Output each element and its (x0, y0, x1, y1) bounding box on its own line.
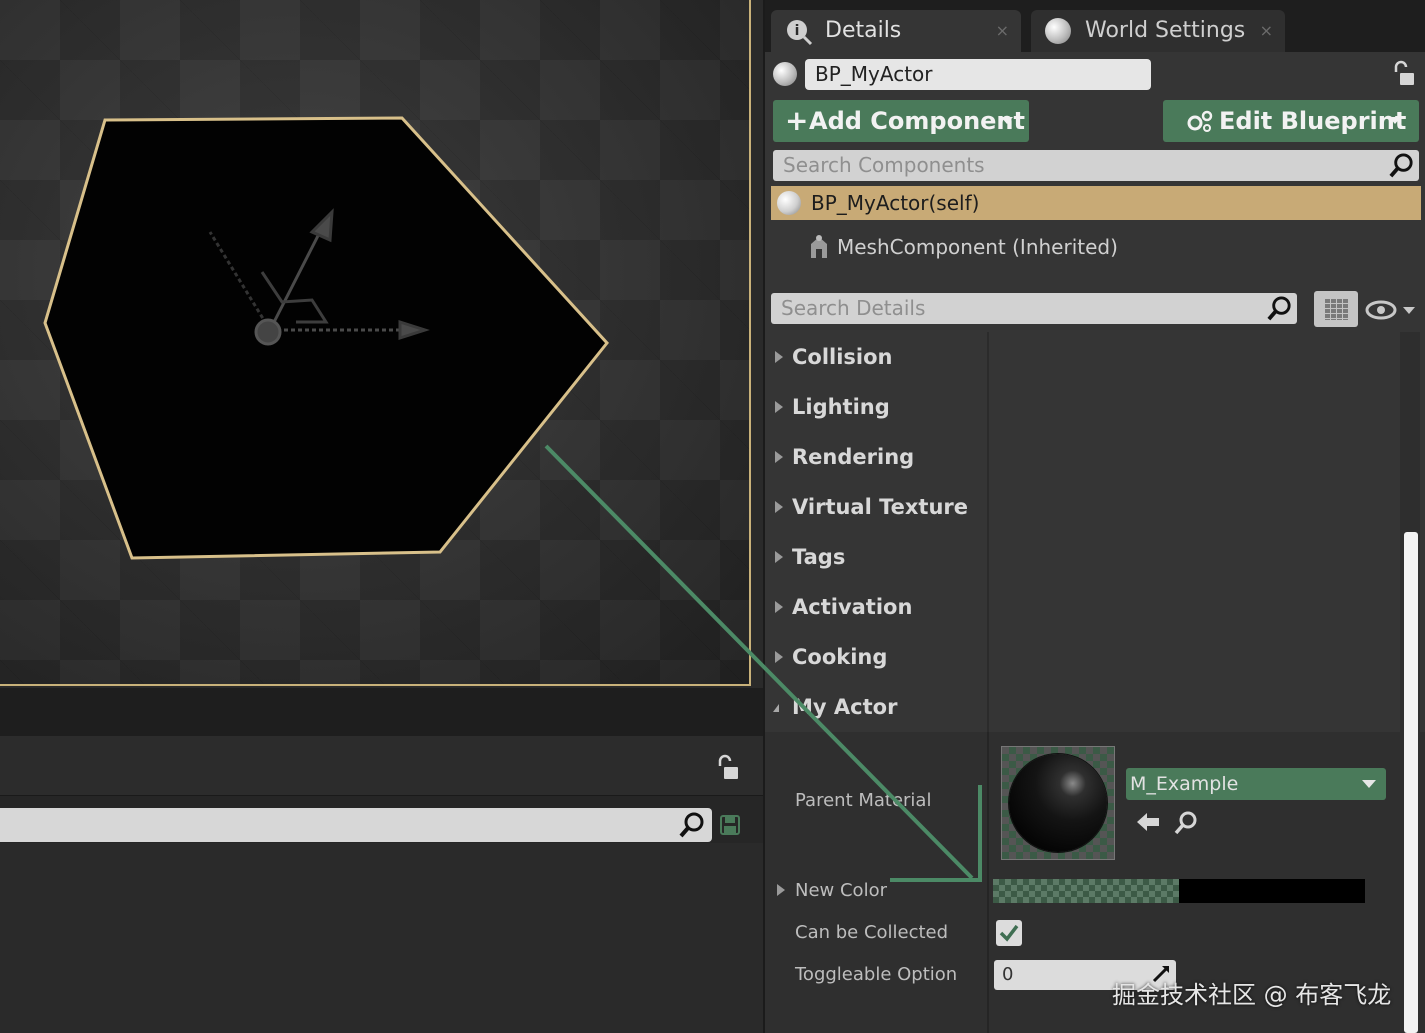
new-color-swatch[interactable] (993, 879, 1365, 903)
category-lighting[interactable]: Lighting (765, 382, 987, 432)
search-icon[interactable] (678, 811, 706, 839)
details-scrollbar[interactable] (1400, 332, 1420, 1033)
column-divider[interactable] (987, 332, 989, 732)
parent-material-label: Parent Material (795, 790, 932, 811)
category-label: Tags (792, 545, 846, 569)
category-label: Rendering (792, 445, 915, 469)
category-label: My Actor (792, 695, 898, 719)
expand-arrow-icon (775, 401, 783, 413)
selected-actor-hexagon[interactable] (43, 116, 609, 560)
checkmark-icon (999, 924, 1019, 942)
search-icon[interactable] (1388, 152, 1415, 179)
toggleable-option-value: 0 (1002, 964, 1014, 985)
watermark-text: 掘金技术社区 @ 布客飞龙 (1112, 981, 1392, 1009)
category-label: Collision (792, 345, 893, 369)
details-panel: i Details × World Settings × BP_MyActor … (763, 0, 1425, 1033)
property-matrix-button[interactable] (1314, 291, 1358, 327)
toggleable-option-label: Toggleable Option (795, 964, 958, 985)
category-label: Lighting (792, 395, 890, 419)
unlock-icon[interactable] (1390, 60, 1416, 88)
actor-name-field[interactable]: BP_MyActor (805, 59, 1151, 90)
tab-world-settings-close[interactable]: × (1260, 10, 1273, 52)
plus-icon: + (785, 104, 809, 137)
search-components-placeholder: Search Components (783, 153, 985, 177)
category-collision[interactable]: Collision (765, 332, 987, 382)
alpha-checker (993, 879, 1179, 903)
svg-text:i: i (795, 23, 800, 39)
category-activation[interactable]: Activation (765, 582, 987, 632)
mesh-component-icon (811, 235, 827, 258)
expand-arrow-icon (775, 501, 783, 513)
lower-search-input[interactable] (0, 808, 712, 842)
info-icon: i (787, 20, 813, 46)
category-my-actor[interactable]: My Actor (765, 682, 987, 732)
use-selected-arrow-icon[interactable] (1135, 810, 1161, 834)
tab-details[interactable]: i Details × (771, 10, 1021, 52)
tab-world-settings[interactable]: World Settings × (1031, 10, 1285, 52)
add-component-button[interactable]: + Add Component (773, 100, 1029, 142)
tab-details-label: Details (825, 18, 902, 43)
browse-search-icon[interactable] (1173, 810, 1199, 836)
category-virtual-texture[interactable]: Virtual Texture (765, 482, 987, 532)
actor-sphere-icon (777, 191, 801, 215)
world-sphere-icon (1045, 18, 1071, 44)
scrollbar-thumb[interactable] (1404, 532, 1418, 1033)
category-label: Cooking (792, 645, 888, 669)
actor-sphere-icon (773, 62, 797, 86)
details-categories: Collision Lighting Rendering Virtual Tex… (765, 332, 1425, 732)
expand-arrow-icon (775, 551, 783, 563)
chevron-down-icon (1389, 117, 1401, 124)
edit-blueprint-label: Edit Blueprint (1219, 107, 1407, 135)
expand-arrow-icon[interactable] (777, 884, 785, 896)
panel-toolbar (0, 688, 763, 736)
save-icon[interactable] (719, 814, 741, 836)
edit-blueprint-button[interactable]: Edit Blueprint (1163, 100, 1419, 142)
unlock-icon[interactable] (714, 754, 740, 782)
tab-bar: i Details × World Settings × (765, 0, 1425, 52)
expand-arrow-icon (775, 651, 783, 663)
grid-icon (1324, 298, 1348, 320)
category-label: Virtual Texture (792, 495, 969, 519)
chevron-down-icon (1403, 307, 1415, 314)
panel-header (0, 736, 763, 796)
search-details-input[interactable]: Search Details (771, 293, 1297, 324)
gears-icon (1187, 110, 1213, 132)
component-label: BP_MyActor(self) (811, 191, 980, 215)
parent-material-value: M_Example (1130, 773, 1239, 795)
column-divider[interactable] (987, 732, 989, 1033)
level-viewport[interactable] (0, 0, 751, 686)
lower-left-panel (0, 688, 763, 1033)
category-label: Activation (792, 595, 913, 619)
view-options-button[interactable] (1365, 297, 1417, 323)
component-label: MeshComponent (Inherited) (837, 235, 1118, 259)
component-item-mesh[interactable]: MeshComponent (Inherited) (805, 230, 1405, 264)
chevron-down-icon (1362, 780, 1376, 788)
expand-arrow-icon (775, 351, 783, 363)
add-component-label: Add Component (809, 107, 1025, 135)
tab-details-close[interactable]: × (996, 10, 1009, 52)
editor-window: i Details × World Settings × BP_MyActor … (0, 0, 1425, 1033)
search-details-placeholder: Search Details (781, 296, 926, 320)
material-thumbnail[interactable] (1001, 746, 1115, 860)
expand-arrow-icon (775, 451, 783, 463)
material-preview-sphere (1009, 754, 1107, 852)
actor-name-row: BP_MyActor (765, 52, 1425, 96)
tab-world-settings-label: World Settings (1085, 18, 1246, 43)
chevron-down-icon (1001, 117, 1013, 124)
category-rendering[interactable]: Rendering (765, 432, 987, 482)
new-color-label: New Color (795, 880, 887, 901)
search-components-input[interactable]: Search Components (773, 150, 1419, 181)
collapse-arrow-icon (773, 704, 779, 712)
panel-content (0, 843, 763, 1033)
category-tags[interactable]: Tags (765, 532, 987, 582)
can-be-collected-checkbox[interactable] (996, 920, 1022, 946)
component-item-self[interactable]: BP_MyActor(self) (771, 186, 1421, 220)
can-be-collected-label: Can be Collected (795, 922, 949, 943)
search-icon[interactable] (1266, 295, 1293, 322)
category-cooking[interactable]: Cooking (765, 632, 987, 682)
expand-arrow-icon (775, 601, 783, 613)
parent-material-dropdown[interactable]: M_Example (1126, 768, 1386, 800)
